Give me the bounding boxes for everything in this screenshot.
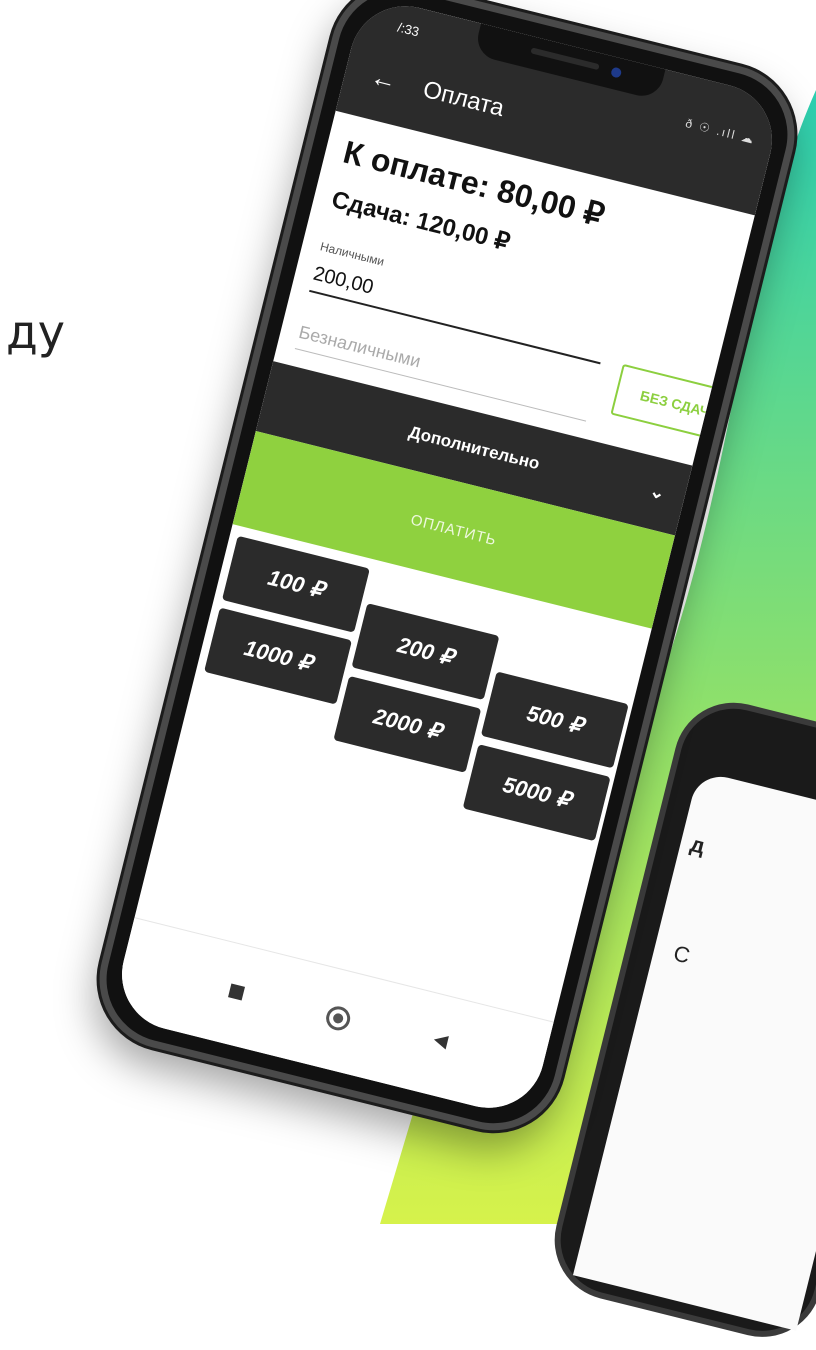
- status-time: /:33: [395, 19, 421, 40]
- square-icon[interactable]: [228, 983, 245, 1001]
- triangle-back-icon[interactable]: ◀: [432, 1028, 450, 1052]
- circle-icon[interactable]: [323, 1003, 353, 1033]
- extra-options-label: Дополнительно: [406, 422, 542, 474]
- phone-frame: /:33 ð ☉ .ıll ☁ ← Оплата К оплате: 80,00…: [84, 0, 810, 1146]
- chevron-down-icon: ⌄: [647, 480, 668, 504]
- arrow-left-icon[interactable]: ←: [367, 61, 400, 97]
- system-nav-bar: ◀: [110, 917, 554, 1120]
- status-icons: ð ☉ .ıll ☁: [683, 116, 757, 147]
- phone-screen: /:33 ð ☉ .ıll ☁ ← Оплата К оплате: 80,00…: [110, 0, 784, 1120]
- no-change-button[interactable]: БЕЗ СДАЧИ: [610, 363, 750, 446]
- phone-container: /:33 ð ☉ .ıll ☁ ← Оплата К оплате: 80,00…: [60, 0, 810, 1146]
- partial-heading-text: ду: [6, 305, 66, 359]
- page-title: Оплата: [420, 75, 507, 122]
